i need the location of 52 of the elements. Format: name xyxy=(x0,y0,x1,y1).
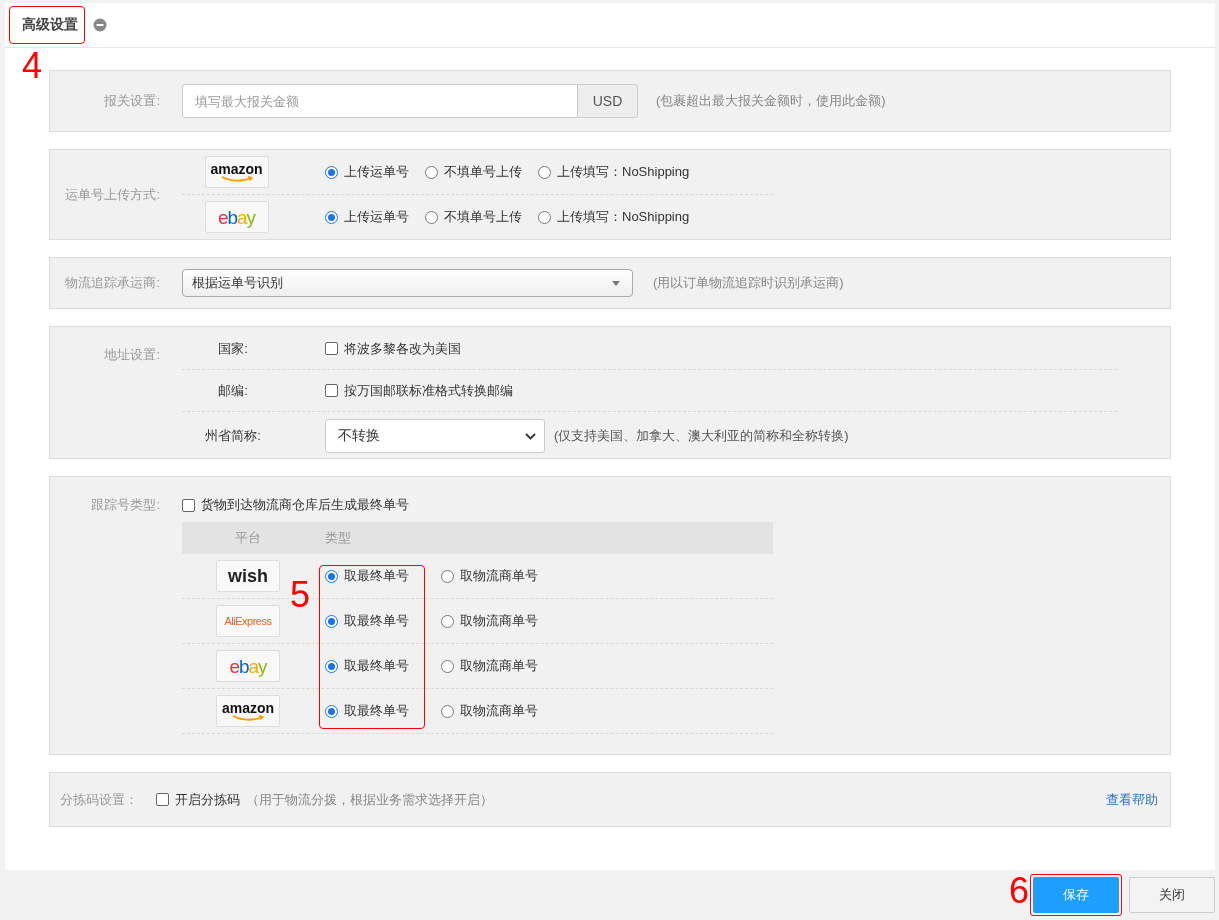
radio-option[interactable]: 取物流商单号 xyxy=(441,567,538,585)
radio-option[interactable]: 上传运单号 xyxy=(325,208,409,226)
hint-text: （用于物流分拨，根据业务需求选择开启） xyxy=(246,790,493,809)
annotation-number: 6 xyxy=(1008,873,1029,909)
checkbox-option[interactable]: 按万国邮联标准格式转换邮编 xyxy=(325,381,513,400)
radio-option[interactable]: 取物流商单号 xyxy=(441,702,538,720)
field-label: 地址设置: xyxy=(103,346,160,364)
radio-option[interactable]: 取最终单号 xyxy=(325,612,441,630)
checkbox-option[interactable]: 将波多黎各改为美国 xyxy=(325,339,461,358)
radio-option[interactable]: 取最终单号 xyxy=(325,657,441,675)
annotation-number: 5 xyxy=(290,577,311,613)
radio-option[interactable]: 取最终单号 xyxy=(325,702,441,720)
radio-option[interactable]: 取物流商单号 xyxy=(441,657,538,675)
field-label: 分拣码设置： xyxy=(59,790,138,809)
platform-logo: amazon xyxy=(204,156,269,188)
section-title: 高级设置 xyxy=(22,16,78,32)
column-header: 类型 xyxy=(324,529,351,547)
field-label: 州省简称: xyxy=(204,427,262,445)
platform-logo: ebay xyxy=(204,201,269,233)
help-link[interactable]: 查看帮助 xyxy=(1106,790,1158,809)
radio-option[interactable]: 上传填写：NoShipping xyxy=(538,163,690,181)
currency-addon: USD xyxy=(578,84,638,118)
hint-text: (仅支持美国、加拿大、澳大利亚的简称和全称转换) xyxy=(554,427,849,445)
hint-text: (用以订单物流追踪时识别承运商) xyxy=(653,274,844,292)
state-select[interactable]: 不转换 xyxy=(325,419,545,453)
amount-input-field[interactable]: 填写最大报关金额 xyxy=(182,84,578,118)
carrier-select[interactable]: 根据运单号识别 xyxy=(182,269,633,297)
radio-option[interactable]: 取最终单号 xyxy=(325,567,441,585)
hint-text: (包裹超出最大报关金额时，使用此金额) xyxy=(656,92,886,110)
chevron-down-icon xyxy=(525,432,536,440)
collapse-icon[interactable] xyxy=(93,18,107,32)
checkbox-option[interactable]: 开启分拣码 xyxy=(156,790,240,809)
field-label: 运单号上传方式: xyxy=(64,185,160,204)
radio-option[interactable]: 取物流商单号 xyxy=(441,612,538,630)
field-label: 报关设置: xyxy=(103,92,160,110)
platform-logo: ebay xyxy=(216,650,280,682)
platform-logo: AliExpress xyxy=(216,605,280,637)
field-label: 国家: xyxy=(217,339,249,358)
column-header: 平台 xyxy=(234,529,262,547)
annotation-number: 4 xyxy=(22,48,43,84)
checkbox-option[interactable]: 货物到达物流商仓库后生成最终单号 xyxy=(182,496,773,514)
field-label: 跟踪号类型: xyxy=(90,496,160,514)
platform-logo: wish xyxy=(216,560,280,592)
field-label: 物流追踪承运商: xyxy=(64,274,160,292)
close-button[interactable]: 关闭 xyxy=(1129,877,1215,913)
radio-option[interactable]: 上传运单号 xyxy=(325,163,409,181)
platform-logo: amazon xyxy=(216,695,280,727)
radio-option[interactable]: 上传填写：NoShipping xyxy=(538,208,690,226)
field-label: 邮编: xyxy=(217,381,249,400)
radio-option[interactable]: 不填单号上传 xyxy=(425,163,522,181)
dropdown-icon xyxy=(612,280,620,286)
radio-option[interactable]: 不填单号上传 xyxy=(425,208,522,226)
